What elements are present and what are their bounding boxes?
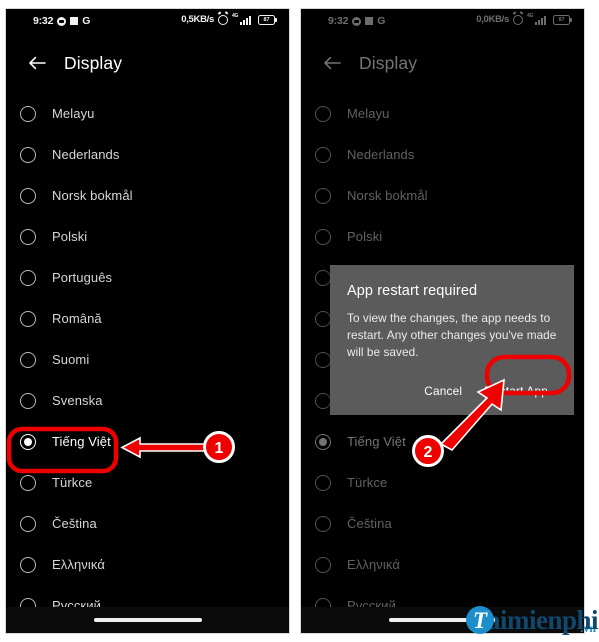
watermark-logo-letter: T	[472, 607, 487, 633]
gesture-nav-bar	[6, 607, 289, 633]
radio-button[interactable]	[20, 146, 36, 163]
list-item[interactable]: Polski	[6, 216, 289, 257]
dialog-actions: Cancel Restart App	[347, 377, 557, 405]
list-item[interactable]: Čeština	[6, 503, 289, 544]
list-item-tieng-viet[interactable]: Tiếng Việt	[6, 421, 289, 462]
radio-button[interactable]	[20, 269, 36, 286]
list-item-label: Polski	[52, 229, 88, 244]
app-restart-dialog: App restart required To view the changes…	[330, 265, 574, 416]
settings-screen-right: 9:32 G 0,0KB/s 4G 87	[301, 9, 584, 633]
list-item[interactable]: Türkce	[6, 462, 289, 503]
messenger-icon	[57, 16, 67, 26]
page-title: Display	[64, 52, 123, 73]
arrow-left-icon[interactable]	[16, 42, 58, 84]
list-item-label: Română	[52, 311, 102, 326]
battery-icon: 87	[258, 14, 278, 25]
list-item[interactable]: Norsk bokmål	[6, 175, 289, 216]
list-item-label: Suomi	[52, 352, 90, 367]
radio-button[interactable]	[20, 105, 36, 122]
radio-button[interactable]	[20, 351, 36, 368]
list-item-label: Čeština	[52, 516, 97, 531]
list-item-label: Ελληνικά	[52, 557, 105, 572]
status-bar-left-group: 9:32 G	[33, 15, 90, 27]
app-bar-left: Display	[6, 35, 289, 91]
screenshot-root: 9:32 G 0,5KB/s 4G 87 Display Melayu Nede…	[0, 0, 599, 642]
radio-button[interactable]	[20, 187, 36, 204]
list-item-label: Türkce	[52, 475, 93, 490]
home-gesture-pill[interactable]	[93, 618, 202, 622]
watermark-text: aimienphi	[486, 605, 599, 635]
list-item-label: Tiếng Việt	[52, 434, 111, 449]
list-item-label: Melayu	[52, 106, 95, 121]
dialog-title: App restart required	[347, 283, 478, 299]
list-item[interactable]: Svenska	[6, 380, 289, 421]
language-list-left[interactable]: Melayu Nederlands Norsk bokmål Polski Po…	[6, 93, 289, 626]
watermark-logo-icon: T	[465, 606, 494, 634]
list-item-label: Norsk bokmål	[52, 188, 133, 203]
phone-screenshot-right: 9:32 G 0,0KB/s 4G 87	[300, 8, 585, 634]
radio-button[interactable]	[20, 515, 36, 532]
network-type-label: 4G	[232, 12, 239, 19]
list-item[interactable]: Melayu	[6, 93, 289, 134]
status-clock: 9:32	[33, 15, 54, 27]
status-bar-left: 9:32 G 0,5KB/s 4G 87	[6, 9, 289, 35]
list-item-label: Português	[52, 270, 113, 285]
list-item-label: Svenska	[52, 393, 103, 408]
settings-screen-left: 9:32 G 0,5KB/s 4G 87 Display Melayu Nede…	[6, 9, 289, 633]
list-item[interactable]: Română	[6, 298, 289, 339]
cancel-button[interactable]: Cancel	[415, 377, 471, 405]
alarm-icon	[218, 14, 228, 25]
white-square-icon	[70, 17, 79, 25]
restart-app-button[interactable]: Restart App	[475, 377, 557, 405]
radio-button[interactable]	[20, 556, 36, 573]
radio-button[interactable]	[20, 228, 36, 245]
radio-button[interactable]	[20, 474, 36, 491]
network-speed-label: 0,5KB/s	[181, 14, 214, 25]
google-g-icon: G	[82, 15, 91, 27]
list-item[interactable]: Ελληνικά	[6, 544, 289, 585]
list-item[interactable]: Suomi	[6, 339, 289, 380]
phone-screenshot-left: 9:32 G 0,5KB/s 4G 87 Display Melayu Nede…	[5, 8, 290, 634]
list-item[interactable]: Português	[6, 257, 289, 298]
list-item-label: Nederlands	[52, 147, 120, 162]
dialog-body: To view the changes, the app needs to re…	[347, 311, 557, 360]
status-bar-right-group: 0,5KB/s 4G 87	[181, 12, 278, 25]
radio-button-selected[interactable]	[20, 433, 36, 450]
signal-icon: 4G	[232, 12, 254, 25]
watermark-taimienphi: T aimienphi .vn	[465, 600, 599, 635]
battery-level-label: 87	[263, 16, 270, 23]
radio-button[interactable]	[20, 310, 36, 327]
radio-button[interactable]	[20, 392, 36, 409]
list-item[interactable]: Nederlands	[6, 134, 289, 175]
